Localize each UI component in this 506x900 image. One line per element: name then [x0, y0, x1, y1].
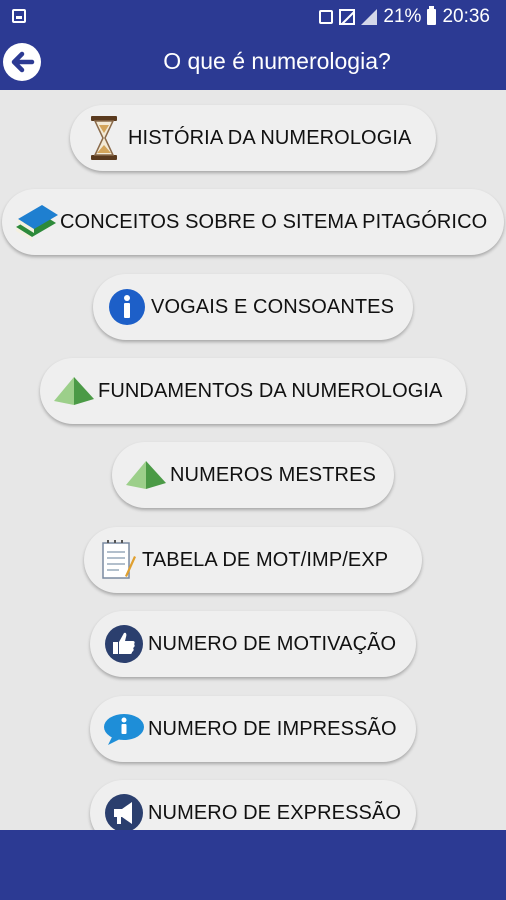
menu-item-label: FUNDAMENTOS DA NUMEROLOGIA — [98, 379, 443, 402]
menu-item-label: VOGAIS E CONSOANTES — [151, 295, 395, 318]
pyramid-icon — [50, 367, 98, 415]
menu-item-label: NUMEROS MESTRES — [170, 463, 376, 486]
app-bar: O que é numerologia? — [0, 34, 506, 90]
hourglass-icon — [80, 114, 128, 162]
menu-item-conceitos[interactable]: CONCEITOS SOBRE O SITEMA PITAGÓRICO — [2, 189, 504, 255]
menu-item-motivacao[interactable]: NUMERO DE MOTIVAÇÃO — [90, 611, 416, 677]
menu-list: HISTÓRIA DA NUMEROLOGIA CONCEITOS SOBRE … — [0, 90, 506, 830]
menu-item-label: NUMERO DE IMPRESSÃO — [148, 717, 397, 740]
menu-item-label: NUMERO DE EXPRESSÃO — [148, 801, 402, 824]
notepad-icon — [94, 536, 142, 584]
battery-icon — [427, 6, 437, 25]
pyramid-icon — [122, 451, 170, 499]
menu-item-label: CONCEITOS SOBRE O SITEMA PITAGÓRICO — [60, 210, 488, 233]
info-bubble-icon — [100, 705, 148, 753]
info-icon — [103, 283, 151, 331]
menu-item-fundamentos[interactable]: FUNDAMENTOS DA NUMEROLOGIA — [40, 358, 466, 424]
megaphone-icon — [100, 789, 148, 830]
no-sim-icon — [339, 9, 356, 25]
menu-item-label: HISTÓRIA DA NUMEROLOGIA — [128, 126, 412, 149]
status-bar: 21% 20:36 — [0, 0, 506, 34]
battery-percent: 21% — [383, 6, 422, 27]
gallery-notification-icon — [12, 9, 26, 23]
menu-item-expressao[interactable]: NUMERO DE EXPRESSÃO — [90, 780, 416, 830]
menu-item-historia[interactable]: HISTÓRIA DA NUMEROLOGIA — [70, 105, 436, 171]
bottom-bar — [0, 830, 506, 900]
page-title: O que é numerologia? — [163, 48, 391, 74]
menu-item-tabela[interactable]: TABELA DE MOT/IMP/EXP — [84, 527, 422, 593]
home-notification-icon — [319, 10, 334, 24]
books-icon — [12, 198, 60, 246]
menu-item-vogais[interactable]: VOGAIS E CONSOANTES — [93, 274, 413, 340]
menu-item-label: TABELA DE MOT/IMP/EXP — [142, 548, 389, 571]
signal-icon — [361, 9, 378, 25]
clock: 20:36 — [442, 6, 490, 27]
status-indicators: 21% 20:36 — [319, 6, 490, 28]
menu-item-label: NUMERO DE MOTIVAÇÃO — [148, 632, 397, 655]
menu-item-mestres[interactable]: NUMEROS MESTRES — [112, 442, 394, 508]
menu-item-impressao[interactable]: NUMERO DE IMPRESSÃO — [90, 696, 416, 762]
thumbs-up-icon — [100, 620, 148, 668]
